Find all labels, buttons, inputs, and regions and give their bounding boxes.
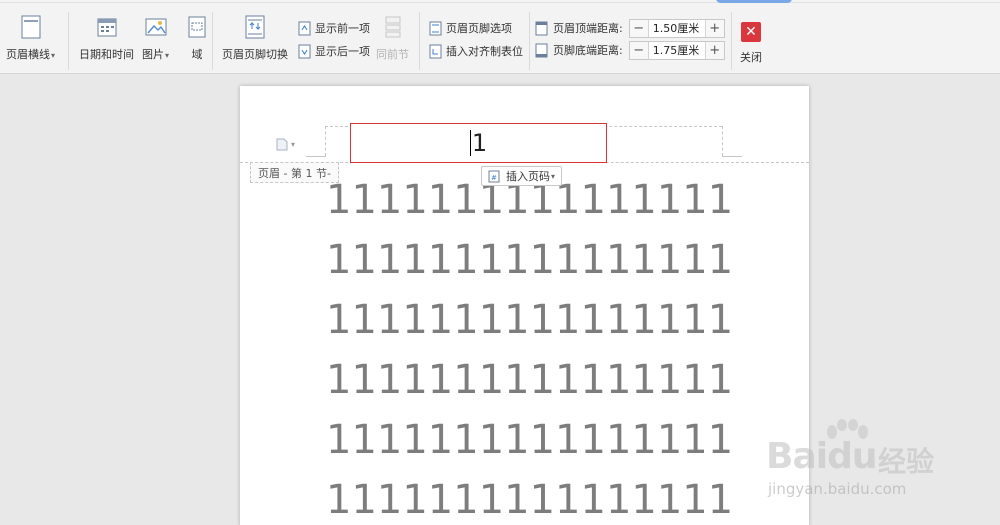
header-line-icon xyxy=(18,14,44,40)
separator xyxy=(419,12,420,70)
header-line-button[interactable]: 页眉横线▾ xyxy=(6,14,55,62)
header-footer-switch-label: 页眉页脚切换 xyxy=(222,48,288,61)
calendar-icon xyxy=(94,14,120,40)
chevron-down-icon: ▾ xyxy=(291,140,296,149)
close-button[interactable]: ✕ 关闭 xyxy=(738,19,764,65)
decrement-button[interactable]: − xyxy=(629,19,649,37)
svg-text:#: # xyxy=(491,174,497,182)
options-icon xyxy=(428,21,443,36)
field-icon xyxy=(184,14,210,40)
picture-button[interactable]: 图片▾ xyxy=(142,14,169,62)
header-distance-icon xyxy=(535,21,549,36)
chevron-down-icon: ▾ xyxy=(51,51,56,60)
separator xyxy=(731,12,732,70)
separator xyxy=(212,12,213,70)
footer-bottom-distance-input[interactable]: 1.75厘米 xyxy=(649,42,705,58)
body-line: 1111111111111111 xyxy=(326,237,734,283)
tab-stop-icon xyxy=(428,44,443,59)
header-page-number: 1 xyxy=(471,129,488,157)
separator xyxy=(68,12,69,70)
body-line: 1111111111111111 xyxy=(326,477,734,523)
page-options-dropdown[interactable]: ▾ xyxy=(276,138,295,151)
baidu-jingyan-watermark: Baidu 经验 jingyan.baidu.com xyxy=(760,418,990,518)
header-footer-options-label: 页眉页脚选项 xyxy=(446,22,512,35)
header-top-distance-stepper[interactable]: − 1.50厘米 + xyxy=(628,18,725,38)
watermark-url: jingyan.baidu.com xyxy=(768,480,907,498)
switch-icon xyxy=(242,14,268,40)
footer-bottom-distance-row: 页脚底端距离: − 1.75厘米 + xyxy=(535,40,725,60)
watermark-cn: 经验 xyxy=(878,445,935,478)
footer-bottom-distance-stepper[interactable]: − 1.75厘米 + xyxy=(628,40,725,60)
document-body[interactable]: 1111111111111111 1111111111111111 111111… xyxy=(326,170,734,525)
chevron-down-icon: ▾ xyxy=(551,171,556,181)
show-next-button[interactable]: 显示后一项 xyxy=(297,42,370,60)
header-top-distance-label: 页眉顶端距离: xyxy=(553,22,623,35)
previous-icon xyxy=(297,21,312,36)
increment-button[interactable]: + xyxy=(704,19,724,37)
chevron-down-icon: ▾ xyxy=(165,51,170,60)
show-previous-label: 显示前一项 xyxy=(315,22,370,35)
header-line-label: 页眉横线 xyxy=(6,48,50,61)
same-as-previous-button[interactable]: 同前节 xyxy=(376,14,409,62)
body-line: 1111111111111111 xyxy=(326,417,734,463)
same-as-previous-label: 同前节 xyxy=(376,48,409,61)
footer-bottom-distance-label: 页脚底端距离: xyxy=(553,44,623,57)
body-line: 1111111111111111 xyxy=(326,357,734,403)
decrement-button[interactable]: − xyxy=(629,41,649,59)
header-content: 1 xyxy=(469,129,488,157)
picture-icon xyxy=(143,14,169,40)
next-icon xyxy=(297,44,312,59)
ribbon-top-strip xyxy=(0,0,1000,3)
watermark-brand: Baidu xyxy=(766,436,877,477)
header-margin-guide xyxy=(325,126,326,156)
footer-distance-icon xyxy=(535,43,549,58)
insert-align-tab-label: 插入对齐制表位 xyxy=(446,45,523,58)
body-line: 1111111111111111 xyxy=(326,297,734,343)
text-cursor xyxy=(469,130,471,156)
margin-corner-mark xyxy=(306,156,326,157)
link-previous-icon xyxy=(380,14,406,40)
header-top-distance-row: 页眉顶端距离: − 1.50厘米 + xyxy=(535,18,725,38)
close-icon: ✕ xyxy=(738,19,764,45)
header-footer-switch-button[interactable]: 页眉页脚切换 xyxy=(222,14,288,62)
document-icon xyxy=(276,138,288,151)
separator xyxy=(529,12,530,70)
active-tab-indicator xyxy=(716,0,792,3)
page-number-icon: # xyxy=(488,170,501,183)
field-label: 域 xyxy=(191,48,203,61)
show-previous-button[interactable]: 显示前一项 xyxy=(297,19,370,37)
show-next-label: 显示后一项 xyxy=(315,45,370,58)
header-text-box[interactable]: 1 xyxy=(350,123,607,163)
ribbon-toolbar: 页眉横线▾ 日期和时间 图片▾ 域 页眉页脚切换 显示前一项 显示后一项 同前节… xyxy=(0,0,1000,74)
datetime-button[interactable]: 日期和时间 xyxy=(79,14,134,62)
increment-button[interactable]: + xyxy=(704,41,724,59)
insert-page-number-button[interactable]: # 插入页码 ▾ xyxy=(481,166,563,186)
field-button[interactable]: 域 xyxy=(184,14,210,62)
insert-page-number-label: 插入页码 xyxy=(506,170,550,183)
header-footer-options-button[interactable]: 页眉页脚选项 xyxy=(428,19,512,37)
datetime-label: 日期和时间 xyxy=(79,48,134,61)
close-label: 关闭 xyxy=(740,51,762,64)
margin-corner-mark xyxy=(722,156,742,157)
header-top-distance-input[interactable]: 1.50厘米 xyxy=(649,20,705,36)
insert-align-tab-button[interactable]: 插入对齐制表位 xyxy=(428,42,523,60)
document-page[interactable]: ▾ 1 页眉 - 第 1 节- 1111111111111111 1111111… xyxy=(240,86,809,525)
header-margin-guide xyxy=(722,126,723,156)
picture-label: 图片 xyxy=(142,48,164,61)
